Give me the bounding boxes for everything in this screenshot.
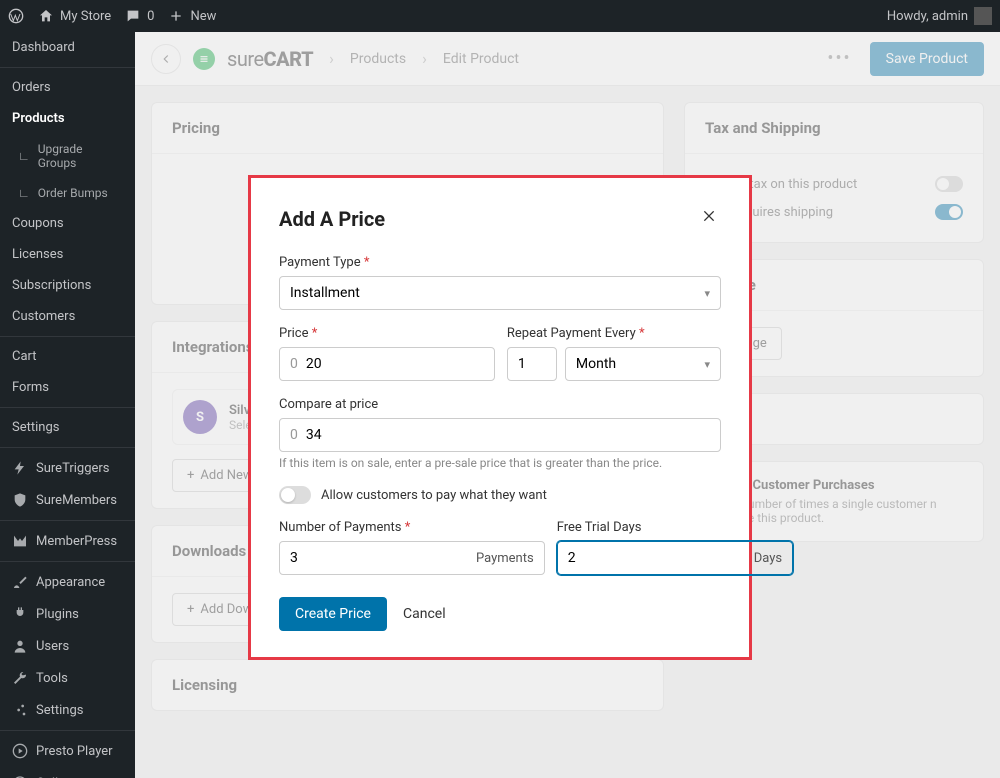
sidebar-memberpress[interactable]: MemberPress <box>0 525 135 557</box>
price-label: Price * <box>279 326 495 341</box>
price-input[interactable] <box>306 348 484 380</box>
close-button[interactable] <box>697 204 721 233</box>
compare-help: If this item is on sale, enter a pre-sal… <box>279 456 721 470</box>
sidebar-collapse[interactable]: Collapse menu <box>0 767 135 778</box>
user-icon <box>12 638 28 654</box>
play-icon <box>12 743 28 759</box>
create-price-button[interactable]: Create Price <box>279 597 387 631</box>
sliders-icon <box>12 702 28 718</box>
payment-type-select[interactable]: Installment ▾ <box>279 276 721 310</box>
chevron-down-icon: ▾ <box>704 358 710 371</box>
sidebar-cart[interactable]: Cart <box>0 341 135 372</box>
payments-suffix: Payments <box>468 551 534 566</box>
repeat-number-input[interactable]: 1 <box>507 347 557 381</box>
sidebar-settings[interactable]: Settings <box>0 412 135 443</box>
compare-input[interactable] <box>306 419 710 451</box>
days-suffix: Days <box>746 551 782 566</box>
sidebar-orders[interactable]: Orders <box>0 72 135 103</box>
sidebar-customers[interactable]: Customers <box>0 301 135 332</box>
sidebar-upgrade-groups[interactable]: ∟Upgrade Groups <box>0 134 135 178</box>
pay-what-want-toggle[interactable] <box>279 486 311 504</box>
sidebar-products[interactable]: Products <box>0 103 135 134</box>
comment-icon <box>125 8 141 24</box>
admin-sidebar: Dashboard Orders Products ∟Upgrade Group… <box>0 32 135 778</box>
close-icon <box>701 208 717 224</box>
plus-icon <box>168 8 184 24</box>
sidebar-order-bumps[interactable]: ∟Order Bumps <box>0 178 135 208</box>
trial-input[interactable] <box>568 542 746 574</box>
cancel-button[interactable]: Cancel <box>403 606 446 622</box>
sidebar-tools[interactable]: Tools <box>0 662 135 694</box>
num-payments-input[interactable] <box>290 542 468 574</box>
avatar <box>974 7 992 25</box>
modal-title: Add A Price <box>279 207 385 231</box>
compare-label: Compare at price <box>279 397 721 412</box>
admin-bar: My Store 0 New Howdy, admin <box>0 0 1000 32</box>
bolt-icon <box>12 460 28 476</box>
sidebar-appearance[interactable]: Appearance <box>0 566 135 598</box>
shield-icon <box>12 492 28 508</box>
repeat-label: Repeat Payment Every * <box>507 326 721 341</box>
trial-label: Free Trial Days <box>557 520 793 535</box>
new-link[interactable]: New <box>168 8 216 24</box>
brush-icon <box>12 574 28 590</box>
price-input-wrap[interactable]: 0 <box>279 347 495 381</box>
sidebar-dashboard[interactable]: Dashboard <box>0 32 135 63</box>
howdy-text: Howdy, admin <box>887 9 968 24</box>
payment-type-label: Payment Type * <box>279 255 721 270</box>
home-icon <box>38 8 54 24</box>
m-icon <box>12 533 28 549</box>
compare-input-wrap[interactable]: 0 <box>279 418 721 452</box>
chevron-down-icon: ▾ <box>704 287 710 300</box>
comments-link[interactable]: 0 <box>125 8 154 24</box>
sidebar-licenses[interactable]: Licenses <box>0 239 135 270</box>
new-label: New <box>190 9 216 24</box>
sidebar-users[interactable]: Users <box>0 630 135 662</box>
repeat-unit-value: Month <box>576 356 616 372</box>
num-payments-wrap[interactable]: Payments <box>279 541 545 575</box>
sidebar-coupons[interactable]: Coupons <box>0 208 135 239</box>
howdy-link[interactable]: Howdy, admin <box>887 7 992 25</box>
price-prefix: 0 <box>290 356 306 372</box>
plug-icon <box>12 606 28 622</box>
trial-wrap[interactable]: Days <box>557 541 793 575</box>
site-link[interactable]: My Store <box>38 8 111 24</box>
add-price-modal: Add A Price Payment Type * Installment ▾… <box>248 175 752 660</box>
repeat-unit-select[interactable]: Month ▾ <box>565 347 721 381</box>
sidebar-subscriptions[interactable]: Subscriptions <box>0 270 135 301</box>
sidebar-presto[interactable]: Presto Player <box>0 735 135 767</box>
wrench-icon <box>12 670 28 686</box>
site-name: My Store <box>60 9 111 24</box>
comments-count: 0 <box>147 9 154 24</box>
sidebar-plugins[interactable]: Plugins <box>0 598 135 630</box>
sidebar-suretriggers[interactable]: SureTriggers <box>0 452 135 484</box>
wp-logo[interactable] <box>8 8 24 24</box>
sidebar-forms[interactable]: Forms <box>0 372 135 403</box>
num-payments-label: Number of Payments * <box>279 520 545 535</box>
payment-type-value: Installment <box>290 285 360 301</box>
sidebar-suremembers[interactable]: SureMembers <box>0 484 135 516</box>
compare-prefix: 0 <box>290 427 306 443</box>
sidebar-settings2[interactable]: Settings <box>0 694 135 726</box>
pay-what-want-label: Allow customers to pay what they want <box>321 488 547 503</box>
